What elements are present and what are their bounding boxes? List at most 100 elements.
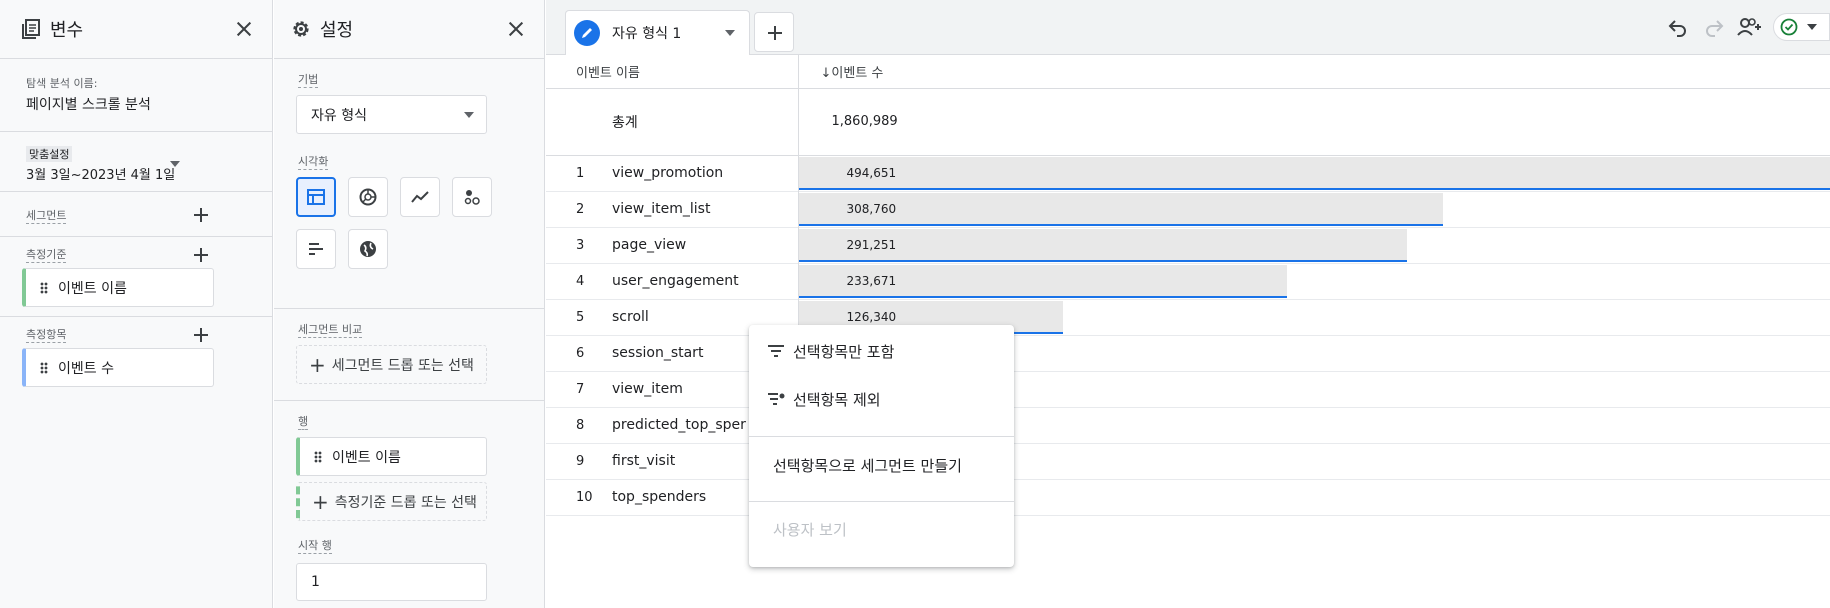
date-range: 3월 3일~2023년 4월 1일: [26, 168, 176, 183]
plus-icon: +: [312, 489, 329, 514]
donut-chart-icon: [359, 188, 377, 206]
menu-exclude[interactable]: 선택항목 제외: [749, 377, 1014, 421]
row-index: 7: [576, 381, 585, 397]
variables-panel: 변수 탐색 분석 이름: 페이지별 스크롤 분석 맞춤설정 3월 3일~2023…: [0, 0, 273, 608]
column-header-metric[interactable]: ↓이벤트 수: [797, 55, 1830, 88]
table-body: 1 view_promotion 494,651 2 view_item_list 308…: [546, 155, 1830, 515]
add-tab-button[interactable]: [754, 12, 794, 52]
settings-panel: 설정 기법 자유 형식 시각화 세그먼트 비교 + 세그먼트 드롭 또는 선택 …: [274, 0, 545, 608]
drag-handle-icon[interactable]: [40, 361, 48, 374]
rows-section: 행 이벤트 이름 + 측정기준 드롭 또는 선택 시작 행 1: [274, 401, 544, 601]
start-row-input[interactable]: 1: [296, 563, 487, 601]
table-row[interactable]: 2 view_item_list 308,760: [546, 191, 1830, 227]
dimension-chip-event-name[interactable]: 이벤트 이름: [22, 268, 214, 307]
filter-exclude-icon: [768, 393, 785, 405]
row-event-count: 126,340: [846, 309, 897, 324]
menu-create-segment[interactable]: 선택항목으로 세그먼트 만들기: [749, 443, 1014, 487]
redo-icon[interactable]: [1702, 15, 1726, 39]
row-event-count-cell: 308,760: [797, 191, 1830, 227]
add-tab-icon: [767, 25, 783, 41]
rows-label: 행: [298, 415, 309, 430]
dimensions-label: 측정기준: [26, 248, 67, 263]
table-row[interactable]: 8 predicted_top_sper: [546, 407, 1830, 443]
table-row[interactable]: 4 user_engagement 233,671: [546, 263, 1830, 299]
data-quality-status[interactable]: [1773, 13, 1830, 41]
segment-drop-zone[interactable]: + 세그먼트 드롭 또는 선택: [296, 345, 487, 384]
row-index: 2: [576, 201, 585, 217]
segment-compare-section: 세그먼트 비교 + 세그먼트 드롭 또는 선택: [274, 309, 544, 401]
menu-view-users: 사용자 보기: [749, 507, 1014, 551]
date-chevron-down-icon: [170, 161, 180, 167]
exploration-name[interactable]: 페이지별 스크롤 분석: [26, 94, 246, 114]
column-header-dimension[interactable]: 이벤트 이름: [546, 55, 798, 88]
row-index: 4: [576, 273, 585, 289]
settings-title: 설정: [320, 20, 354, 41]
row-index: 9: [576, 453, 585, 469]
row-event-count: 308,760: [846, 201, 897, 216]
drag-handle-icon[interactable]: [314, 450, 322, 463]
viz-bar-button[interactable]: [296, 229, 336, 269]
table-row[interactable]: 10 top_spenders: [546, 479, 1830, 515]
menu-include-only[interactable]: 선택항목만 포함: [749, 329, 1014, 373]
tab-chevron-down-icon[interactable]: [725, 30, 735, 36]
segment-drop-hint: 세그먼트 드롭 또는 선택: [331, 357, 474, 374]
gear-icon: [293, 21, 309, 37]
dimension-chip-label: 이벤트 이름: [58, 280, 127, 297]
context-menu: 선택항목만 포함 선택항목 제외 선택항목으로 세그먼트 만들기 사용자 보기: [749, 325, 1014, 567]
technique-chevron-down-icon: [464, 111, 474, 118]
table-header-row: 이벤트 이름 ↓이벤트 수: [546, 55, 1830, 88]
table-row[interactable]: 7 view_item: [546, 371, 1830, 407]
close-settings-icon[interactable]: [504, 17, 528, 41]
date-range-picker[interactable]: 맞춤설정 3월 3일~2023년 4월 1일: [0, 132, 272, 192]
drag-handle-icon[interactable]: [40, 281, 48, 294]
row-chip-event-name[interactable]: 이벤트 이름: [296, 437, 487, 476]
menu-include-only-label: 선택항목만 포함: [793, 342, 895, 361]
table-row[interactable]: 5 scroll 126,340: [546, 299, 1830, 335]
add-dimension-icon[interactable]: [193, 247, 209, 263]
globe-icon: [360, 241, 376, 257]
row-event-count-cell: 291,251: [797, 227, 1830, 263]
undo-icon[interactable]: [1666, 15, 1690, 39]
viz-table-button[interactable]: [296, 177, 336, 217]
menu-divider: [749, 501, 1014, 502]
row-index: 1: [576, 165, 585, 181]
technique-select[interactable]: 자유 형식: [296, 95, 487, 134]
row-index: 10: [576, 489, 593, 505]
pencil-icon: [574, 20, 600, 46]
table-row[interactable]: 3 page_view 291,251: [546, 227, 1830, 263]
start-row-value: 1: [311, 574, 320, 590]
table-row[interactable]: 9 first_visit: [546, 443, 1830, 479]
menu-view-users-label: 사용자 보기: [773, 520, 847, 539]
row-event-name[interactable]: view_item_list: [612, 191, 798, 227]
add-segment-icon[interactable]: [193, 207, 209, 223]
close-variables-icon[interactable]: [232, 17, 256, 41]
table-row[interactable]: 1 view_promotion 494,651: [546, 155, 1830, 191]
row-event-name[interactable]: page_view: [612, 227, 798, 263]
total-idx: [546, 88, 612, 155]
date-preset-label: 맞춤설정: [26, 146, 73, 162]
metric-chip-event-count[interactable]: 이벤트 수: [22, 348, 214, 387]
row-event-name[interactable]: view_promotion: [612, 155, 798, 191]
check-circle-icon: [1780, 18, 1798, 36]
tab-freeform-1[interactable]: 자유 형식 1: [565, 10, 750, 55]
viz-line-button[interactable]: [400, 177, 440, 217]
bar-chart-icon: [309, 243, 323, 255]
dimension-drop-zone[interactable]: + 측정기준 드롭 또는 선택: [296, 482, 487, 521]
row-event-name[interactable]: user_engagement: [612, 263, 798, 299]
metrics-section: 측정항목 이벤트 수: [0, 317, 272, 397]
total-value: 1,860,989: [797, 88, 1830, 155]
viz-donut-button[interactable]: [348, 177, 388, 217]
technique-visualization-section: 기법 자유 형식 시각화: [274, 59, 544, 309]
add-metric-icon[interactable]: [193, 327, 209, 343]
total-row: 총계 1,860,989: [546, 88, 1830, 155]
exploration-name-section: 탐색 분석 이름: 페이지별 스크롤 분석: [0, 59, 272, 132]
row-event-count: 494,651: [846, 165, 897, 180]
menu-divider: [749, 436, 1014, 437]
table-row[interactable]: 6 session_start: [546, 335, 1830, 371]
row-chip-label: 이벤트 이름: [332, 449, 401, 466]
viz-scatter-button[interactable]: [452, 177, 492, 217]
share-users-icon[interactable]: [1736, 15, 1762, 39]
viz-geo-button[interactable]: [348, 229, 388, 269]
row-event-count-cell: 233,671: [797, 263, 1830, 299]
status-chevron-down-icon: [1807, 24, 1817, 30]
